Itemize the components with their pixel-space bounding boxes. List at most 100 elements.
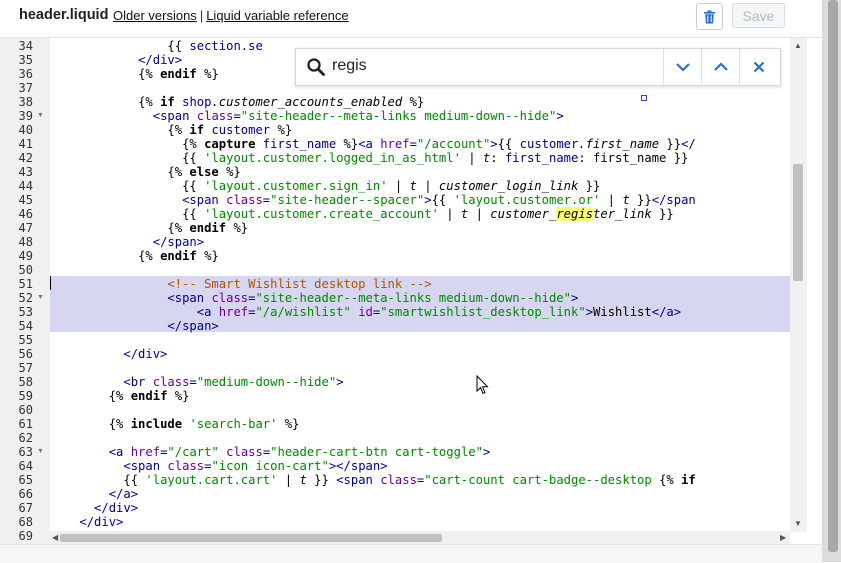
code-line[interactable]: </div>: [50, 53, 182, 67]
line-number: 55: [18, 333, 33, 347]
code-token: endif: [160, 67, 197, 81]
close-icon: [753, 61, 765, 73]
code-token: %}: [336, 137, 359, 151]
code-token: href: [380, 137, 410, 151]
code-token: 'layout.cart.cart': [145, 473, 278, 487]
search-input[interactable]: [332, 57, 652, 75]
code-token: endif: [160, 249, 197, 263]
code-token: :: [490, 151, 505, 165]
code-token: </span>: [167, 319, 219, 333]
code-token: class: [211, 291, 249, 305]
code-line[interactable]: {% include 'search-bar' %}: [50, 417, 300, 431]
delete-button[interactable]: [696, 3, 723, 30]
scroll-up-arrow[interactable]: ▲: [794, 41, 802, 51]
code-line[interactable]: {% endif %}: [50, 221, 248, 235]
code-line[interactable]: </div>: [50, 501, 138, 515]
code-line[interactable]: </div>: [50, 515, 123, 529]
code-token: </a>: [108, 487, 139, 501]
code-token: <br: [123, 375, 153, 389]
code-token: |: [600, 193, 623, 207]
older-versions-link[interactable]: Older versions: [113, 8, 197, 23]
code-token: |: [277, 473, 300, 487]
find-next-button[interactable]: [663, 49, 702, 85]
line-number: 35: [18, 53, 33, 67]
line-number: 62: [18, 431, 33, 445]
vertical-scrollbar[interactable]: [790, 38, 807, 532]
code-token: {{: [182, 207, 205, 221]
close-search-button[interactable]: [739, 49, 778, 85]
line-number: 68: [18, 515, 33, 529]
code-token: </span: [651, 193, 696, 207]
line-number: 56: [18, 347, 33, 361]
vertical-scroll-thumb[interactable]: [793, 164, 803, 281]
horizontal-scroll-thumb[interactable]: [60, 534, 442, 542]
scroll-right-arrow[interactable]: ▶: [780, 533, 786, 543]
save-button[interactable]: Save: [732, 3, 785, 28]
link-separator: |: [199, 8, 204, 23]
code-line[interactable]: {{ 'layout.customer.logged_in_as_html' |…: [50, 151, 688, 165]
code-line[interactable]: <br class="medium-down--hide">: [50, 375, 344, 389]
code-line[interactable]: </a>: [50, 487, 138, 501]
code-token: <span: [123, 459, 168, 473]
code-line[interactable]: {% if shop.customer_accounts_enabled %}: [50, 95, 424, 109]
code-token: 'layout.customer.create_account': [204, 207, 439, 221]
code-token: "site-header--meta-links medium-down--hi…: [240, 109, 557, 123]
code-token: "cart-count cart-badge--desktop: [424, 473, 660, 487]
code-line[interactable]: </span>: [50, 235, 204, 249]
code-token: "medium-down--hide": [196, 375, 337, 389]
code-line[interactable]: {{ section.se: [50, 39, 262, 53]
fold-toggle-icon[interactable]: ▼: [37, 291, 44, 305]
code-line[interactable]: <span class="icon icon-cart"></span>: [50, 459, 387, 473]
line-number: 47: [18, 221, 33, 235]
chevron-up-icon: [714, 62, 728, 71]
code-token: first_name: [504, 151, 579, 165]
code-line[interactable]: {% endif %}: [50, 67, 219, 81]
code-line[interactable]: </span>: [50, 319, 219, 333]
find-previous-button[interactable]: [701, 49, 740, 85]
code-token: >: [570, 291, 579, 305]
code-token: </div>: [79, 515, 124, 529]
code-line[interactable]: <a href="/cart" class="header-cart-btn c…: [50, 445, 491, 459]
code-token: }}: [659, 137, 682, 151]
code-line[interactable]: <span class="site-header--meta-links med…: [50, 109, 564, 123]
code-token: <!-- Smart Wishlist desktop link -->: [167, 277, 432, 291]
code-line[interactable]: <!-- Smart Wishlist desktop link -->: [50, 277, 432, 291]
fold-toggle-icon[interactable]: ▼: [37, 109, 44, 123]
code-token: {{: [182, 179, 205, 193]
file-name: header.liquid: [19, 7, 109, 23]
scroll-left-arrow[interactable]: ◀: [52, 533, 58, 543]
code-token: class: [196, 109, 234, 123]
page-scroll-thumb[interactable]: [828, 0, 838, 552]
code-line[interactable]: <a href="/a/wishlist" id="smartwishlist_…: [50, 305, 681, 319]
line-number: 64: [18, 459, 33, 473]
code-line[interactable]: {% capture first_name %}<a href="/accoun…: [50, 137, 696, 151]
code-token: customer_: [490, 207, 557, 221]
code-token: .customer_accounts_enabled: [211, 95, 403, 109]
liquid-reference-link[interactable]: Liquid variable reference: [206, 8, 348, 23]
code-editor[interactable]: 34 35 36 37 38 39 ▼ 40 41 42 43 44 45 46 47 48 49 50 51 52 ▼…: [0, 38, 807, 544]
code-token: endif: [189, 221, 227, 235]
code-token: |: [387, 179, 410, 193]
code-line[interactable]: <span class="site-header--meta-links med…: [50, 291, 578, 305]
code-line[interactable]: {% endif %}: [50, 389, 190, 403]
scroll-down-arrow[interactable]: ▼: [794, 519, 802, 529]
code-line[interactable]: {% endif %}: [50, 249, 219, 263]
code-token: }}: [306, 473, 337, 487]
code-token: <a: [358, 137, 381, 151]
code-line[interactable]: {% else %}: [50, 165, 240, 179]
code-line[interactable]: {{ 'layout.customer.sign_in' | t | custo…: [50, 179, 600, 193]
code-token: : first_name }}: [578, 151, 689, 165]
code-line[interactable]: {{ 'layout.customer.create_account' | t …: [50, 207, 674, 221]
code-line[interactable]: </div>: [50, 347, 167, 361]
fold-toggle-icon[interactable]: ▼: [37, 445, 44, 459]
code-line[interactable]: {% if customer %}: [50, 123, 292, 137]
code-token: class: [380, 473, 417, 487]
code-line[interactable]: {{ 'layout.cart.cart' | t }} <span class…: [50, 473, 695, 487]
code-token: Wishlist: [593, 305, 652, 319]
code-line[interactable]: <span class="site-header--spacer">{{ 'la…: [50, 193, 696, 207]
code-token: "/a/wishlist": [255, 305, 351, 319]
code-token: {%: [138, 67, 161, 81]
code-token: >: [336, 375, 344, 389]
editor-header: header.liquid Older versions | Liquid vari…: [0, 0, 822, 38]
line-number: 57: [18, 361, 33, 375]
